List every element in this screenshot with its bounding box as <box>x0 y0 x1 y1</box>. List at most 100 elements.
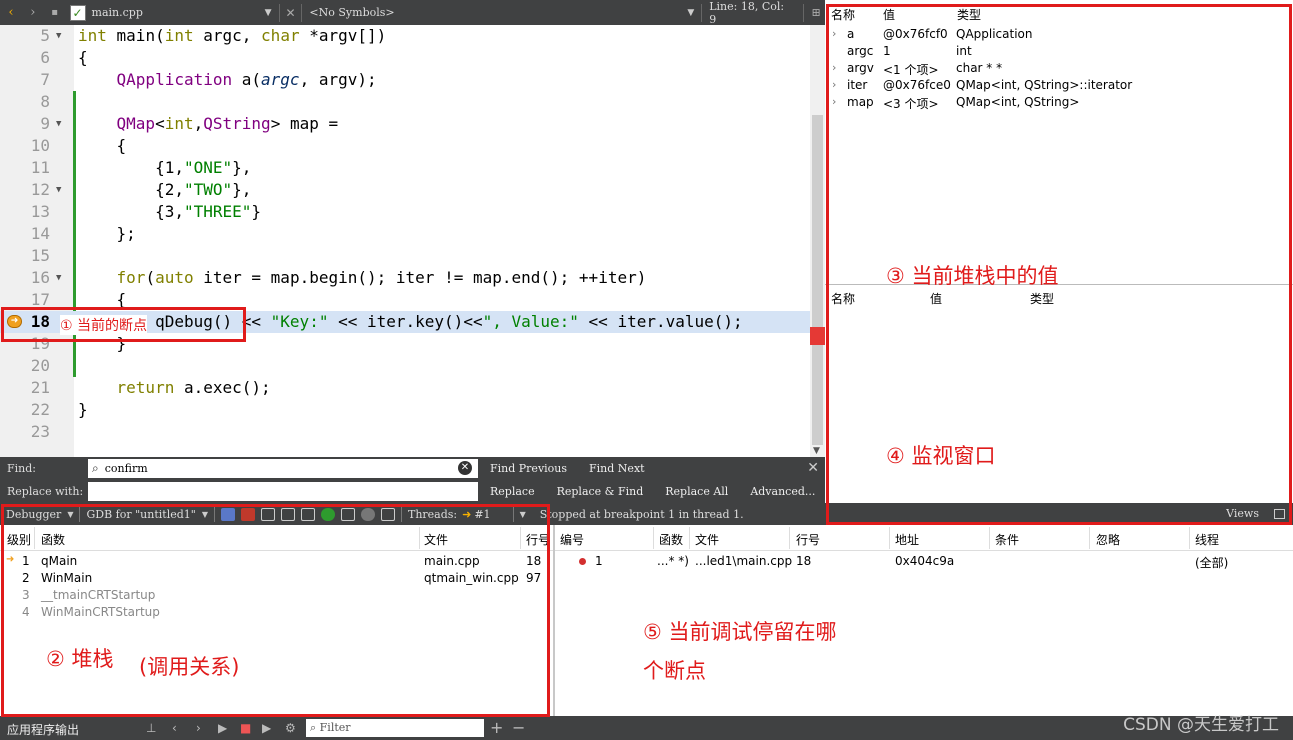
code-line: 23 <box>0 421 810 443</box>
bp-header-address[interactable]: 地址 <box>895 531 919 548</box>
toolbar-divider <box>803 3 805 22</box>
previous-arrow-icon[interactable]: ‹ <box>172 721 177 735</box>
bp-header-file[interactable]: 文件 <box>695 531 719 548</box>
replace-label: Replace with: <box>7 485 84 498</box>
find-previous-button[interactable]: Find Previous <box>490 462 567 475</box>
debug-icon[interactable]: ▶ <box>262 721 271 735</box>
cursor-position[interactable]: Line: 18, Col: 9 <box>709 0 800 26</box>
run-icon[interactable]: ▶ <box>218 721 227 735</box>
close-file-icon[interactable]: ✕ <box>283 0 299 25</box>
advanced-button[interactable]: Advanced... <box>750 485 815 498</box>
line-number: 10 <box>30 136 50 155</box>
code-text: } <box>78 400 88 419</box>
code-line: 14 }; <box>0 223 810 245</box>
application-output-label[interactable]: 应用程序输出 <box>7 721 79 738</box>
find-input[interactable]: ⌕ confirm ✕ <box>88 459 478 478</box>
code-text: QApplication a(argc, argv); <box>116 70 377 89</box>
annotation-watch-window: ④ 监视窗口 <box>886 444 996 468</box>
bp-header-line[interactable]: 行号 <box>796 531 820 548</box>
fold-arrow-icon[interactable]: ▼ <box>56 179 61 201</box>
breakpoints-header: 编号 函数 文件 行号 地址 条件 忽略 线程 <box>555 525 1293 551</box>
code-line: 15 <box>0 245 810 267</box>
gear-icon[interactable]: ⚙ <box>285 721 296 735</box>
code-line: 16 ▼ for(auto iter = map.begin(); iter !=… <box>0 267 810 289</box>
code-line: 20 <box>0 355 810 377</box>
code-line: 21 return a.exec(); <box>0 377 810 399</box>
filter-placeholder: Filter <box>319 721 351 734</box>
code-text: return a.exec(); <box>116 378 271 397</box>
bp-header-number[interactable]: 编号 <box>560 531 584 548</box>
scrollbar-thumb[interactable] <box>812 115 823 445</box>
code-text: { <box>78 48 88 67</box>
bp-header-condition[interactable]: 条件 <box>995 531 1019 548</box>
symbols-dropdown-icon[interactable]: ▼ <box>687 8 694 18</box>
toolbar-divider <box>301 3 303 22</box>
column-divider[interactable] <box>789 527 790 549</box>
debugger-status: Stopped at breakpoint 1 in thread 1. <box>539 507 744 521</box>
code-text: {2,"TWO"}, <box>78 180 252 199</box>
line-number: 13 <box>30 202 50 221</box>
open-file-name[interactable]: main.cpp <box>92 6 261 19</box>
code-line: 11 {1,"ONE"}, <box>0 157 810 179</box>
line-number: 11 <box>30 158 50 177</box>
code-text: int main(int argc, char *argv[]) <box>78 26 387 45</box>
find-label: Find: <box>7 462 36 475</box>
annotation-stack: ② 堆栈 <box>46 647 114 671</box>
column-divider[interactable] <box>689 527 690 549</box>
find-replace-bar: Find: ⌕ confirm ✕ Find Previous Find Nex… <box>0 457 825 503</box>
stop-icon[interactable]: ■ <box>240 721 251 735</box>
bp-number: 1 <box>595 554 603 568</box>
annotation-call-relationship: (调用关系) <box>139 655 240 679</box>
code-text: {1,"ONE"}, <box>78 158 252 177</box>
fold-arrow-icon[interactable]: ▼ <box>56 267 61 289</box>
editor-toolbar: ‹ › ▪ ✓ main.cpp ▼ ✕ <No Symbols> ▼ Line… <box>0 0 825 26</box>
replace-button[interactable]: Replace <box>490 485 535 498</box>
line-number: 5 <box>40 26 50 45</box>
fold-arrow-icon[interactable]: ▼ <box>56 25 61 47</box>
replace-input[interactable] <box>88 482 478 501</box>
line-number: 21 <box>30 378 50 397</box>
back-arrow-icon[interactable]: ‹ <box>0 0 22 25</box>
code-lines[interactable]: 5 ▼ int main(int argc, char *argv[]) 6 { 7 … <box>0 25 810 443</box>
column-divider[interactable] <box>1089 527 1090 549</box>
code-text: }; <box>78 224 136 243</box>
bp-header-thread[interactable]: 线程 <box>1195 531 1219 548</box>
attach-icon[interactable]: ⊥ <box>146 721 156 735</box>
bp-header-ignore[interactable]: 忽略 <box>1096 531 1120 548</box>
line-number: 12 <box>30 180 50 199</box>
clear-find-icon[interactable]: ✕ <box>458 461 472 475</box>
bp-file: ...led1\main.cpp <box>695 554 793 568</box>
close-find-icon[interactable]: ✕ <box>807 460 819 476</box>
add-icon[interactable]: + <box>490 718 503 737</box>
code-line: 10 { <box>0 135 810 157</box>
output-filter-input[interactable]: ⌕ Filter <box>306 719 484 737</box>
search-icon[interactable]: ⌕ <box>92 461 99 476</box>
column-divider[interactable] <box>1189 527 1190 549</box>
next-arrow-icon[interactable]: › <box>196 721 201 735</box>
scroll-down-icon[interactable]: ▼ <box>813 446 820 456</box>
annotation-current-breakpoint: ① 当前的断点 <box>60 315 148 335</box>
symbols-dropdown[interactable]: <No Symbols> <box>305 6 683 19</box>
bp-header-function[interactable]: 函数 <box>659 531 683 548</box>
code-line: 13 {3,"THREE"} <box>0 201 810 223</box>
line-number: 6 <box>40 48 50 67</box>
replace-find-button[interactable]: Replace & Find <box>557 485 644 498</box>
breakpoint-row[interactable]: 1 ...* *) ...led1\main.cpp 18 0x404c9a (… <box>555 554 1293 571</box>
file-dropdown-icon[interactable]: ▼ <box>265 8 272 18</box>
fold-arrow-icon[interactable]: ▼ <box>56 113 61 135</box>
forward-arrow-icon[interactable]: › <box>22 0 44 25</box>
column-divider[interactable] <box>889 527 890 549</box>
column-divider[interactable] <box>989 527 990 549</box>
bp-address: 0x404c9a <box>895 554 955 568</box>
editor-scrollbar[interactable]: ▼ <box>810 25 825 457</box>
code-line: 7 QApplication a(argc, argv); <box>0 69 810 91</box>
split-editor-icon[interactable]: ⊞ <box>807 0 825 25</box>
lock-icon[interactable]: ▪ <box>44 0 66 25</box>
column-divider[interactable] <box>653 527 654 549</box>
find-next-button[interactable]: Find Next <box>589 462 645 475</box>
code-line: 8 <box>0 91 810 113</box>
code-editor[interactable]: 5 ▼ int main(int argc, char *argv[]) 6 { 7 … <box>0 25 825 457</box>
replace-all-button[interactable]: Replace All <box>665 485 728 498</box>
code-text: QMap<int,QString> map = <box>116 114 339 133</box>
remove-icon[interactable]: − <box>512 718 525 737</box>
